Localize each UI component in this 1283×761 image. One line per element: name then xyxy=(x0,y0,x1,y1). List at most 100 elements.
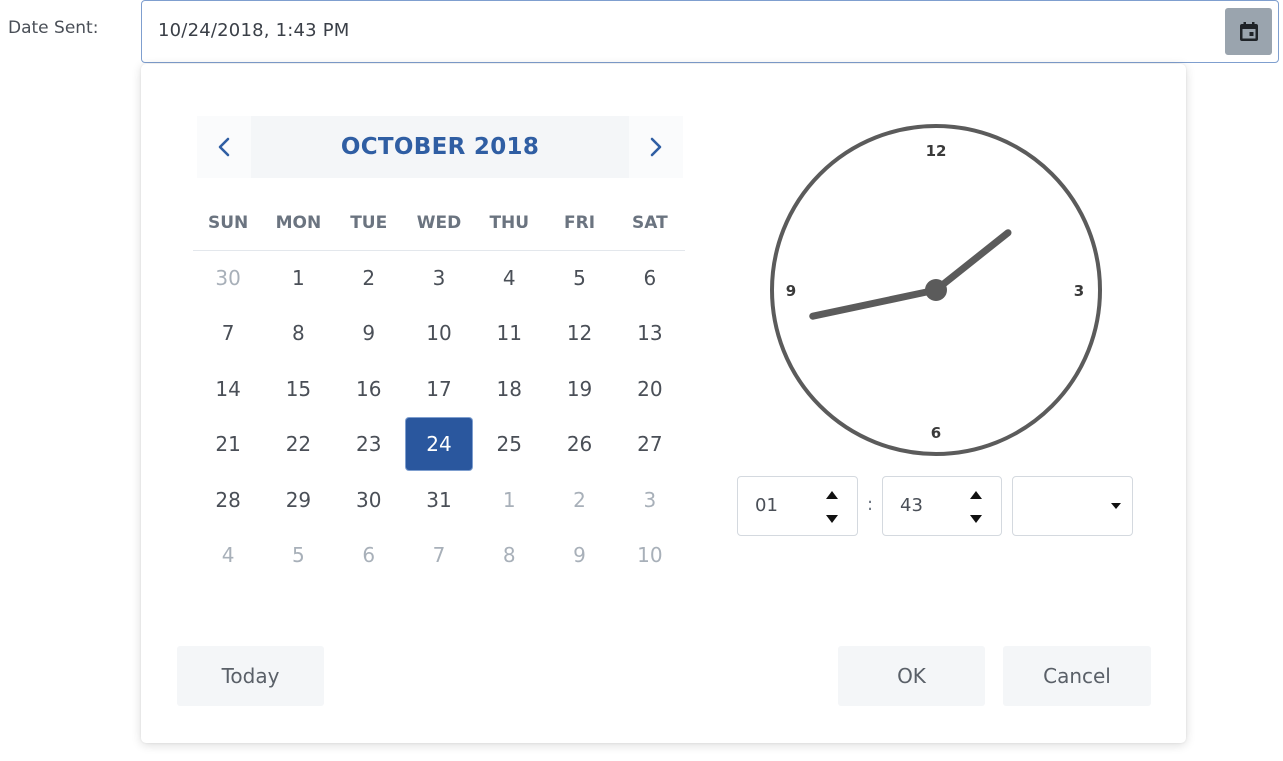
calendar-day-outside-month[interactable]: 10 xyxy=(615,528,685,584)
calendar-day[interactable]: 5 xyxy=(544,250,614,306)
cancel-button[interactable]: Cancel xyxy=(1003,646,1151,706)
calendar-day-number: 9 xyxy=(573,543,586,568)
calendar-day-number: 10 xyxy=(637,543,663,568)
previous-month-button[interactable] xyxy=(197,116,251,178)
date-sent-value[interactable]: 10/24/2018, 1:43 PM xyxy=(158,20,350,41)
calendar-day[interactable]: 29 xyxy=(263,472,333,528)
calendar-day[interactable]: 1 xyxy=(263,250,333,306)
hour-stepper[interactable]: 01 xyxy=(737,476,858,536)
calendar-day-number: 30 xyxy=(355,487,382,512)
calendar-day[interactable]: 10 xyxy=(404,306,474,362)
calendar-day-number: 22 xyxy=(285,432,312,457)
calendar-day[interactable]: 3 xyxy=(404,250,474,306)
calendar-day[interactable]: 22 xyxy=(263,417,333,473)
calendar-day[interactable]: 26 xyxy=(544,417,614,473)
calendar-day-number: 24 xyxy=(405,418,472,471)
calendar-day-outside-month[interactable]: 3 xyxy=(615,472,685,528)
calendar-day-number: 7 xyxy=(221,321,235,346)
next-month-button[interactable] xyxy=(629,116,683,178)
calendar-day-outside-month[interactable]: 7 xyxy=(404,528,474,584)
calendar-day-number: 15 xyxy=(285,376,312,401)
calendar-day[interactable]: 4 xyxy=(474,250,544,306)
weekday-label: FRI xyxy=(564,213,596,233)
calendar-day-number: 3 xyxy=(432,265,446,290)
calendar-day[interactable]: 20 xyxy=(615,361,685,417)
calendar-day[interactable]: 17 xyxy=(404,361,474,417)
calendar-day[interactable]: 6 xyxy=(615,250,685,306)
calendar-day-number: 9 xyxy=(362,321,376,346)
calendar-week-row: 4 5 6 7 8 9 10 xyxy=(193,528,685,584)
minute-stepper[interactable]: 43 xyxy=(882,476,1002,536)
calendar-day-number: 28 xyxy=(215,487,241,512)
calendar-day-number: 5 xyxy=(292,543,305,568)
calendar-day[interactable]: 13 xyxy=(615,306,685,362)
clock-label-12: 12 xyxy=(926,142,947,160)
calendar-day[interactable]: 15 xyxy=(263,361,333,417)
calendar-day-outside-month[interactable]: 5 xyxy=(263,528,333,584)
hour-decrement-icon[interactable] xyxy=(826,515,838,523)
calendar-day-number: 25 xyxy=(496,432,522,457)
weekday-label: THU xyxy=(489,213,530,233)
calendar-day[interactable]: 12 xyxy=(544,306,614,362)
calendar-day-selected[interactable]: 24 xyxy=(404,417,474,473)
caret-down-icon xyxy=(1111,503,1121,509)
minute-increment-icon[interactable] xyxy=(970,491,982,499)
ok-button[interactable]: OK xyxy=(838,646,985,706)
calendar-day[interactable]: 16 xyxy=(334,361,404,417)
calendar-day-outside-month[interactable]: 2 xyxy=(544,472,614,528)
calendar-day[interactable]: 25 xyxy=(474,417,544,473)
calendar-day[interactable]: 31 xyxy=(404,472,474,528)
calendar-day-number: 10 xyxy=(426,321,452,346)
calendar-day-number: 31 xyxy=(426,487,452,512)
calendar-week-row: 7 8 9 10 11 12 13 xyxy=(193,306,685,362)
ampm-select[interactable] xyxy=(1012,476,1133,536)
calendar-day[interactable]: 7 xyxy=(193,306,263,362)
hour-value[interactable]: 01 xyxy=(755,495,778,516)
calendar-day[interactable]: 11 xyxy=(474,306,544,362)
calendar-day-number: 26 xyxy=(566,432,593,457)
hour-increment-icon[interactable] xyxy=(826,491,838,499)
date-sent-input[interactable]: 10/24/2018, 1:43 PM xyxy=(141,0,1279,63)
calendar-day-number: 20 xyxy=(637,376,663,401)
calendar-day-number: 19 xyxy=(566,376,593,401)
calendar-day[interactable]: 27 xyxy=(615,417,685,473)
calendar-day-outside-month[interactable]: 30 xyxy=(193,250,263,306)
calendar-day[interactable]: 14 xyxy=(193,361,263,417)
clock-label-3: 3 xyxy=(1074,282,1084,300)
clock-minute-hand xyxy=(809,286,940,320)
calendar-day[interactable]: 18 xyxy=(474,361,544,417)
calendar-day-number: 4 xyxy=(221,543,235,568)
calendar-day[interactable]: 9 xyxy=(334,306,404,362)
calendar-day-outside-month[interactable]: 6 xyxy=(334,528,404,584)
calendar-day[interactable]: 8 xyxy=(263,306,333,362)
calendar-toggle-button[interactable] xyxy=(1225,8,1272,55)
calendar-day-number: 23 xyxy=(355,432,382,457)
calendar-day-outside-month[interactable]: 8 xyxy=(474,528,544,584)
minute-decrement-icon[interactable] xyxy=(970,515,982,523)
calendar-day-outside-month[interactable]: 4 xyxy=(193,528,263,584)
calendar-day[interactable]: 19 xyxy=(544,361,614,417)
calendar-day[interactable]: 2 xyxy=(334,250,404,306)
calendar-week-row: 28 29 30 31 1 2 3 xyxy=(193,472,685,528)
calendar-day[interactable]: 28 xyxy=(193,472,263,528)
calendar-day[interactable]: 23 xyxy=(334,417,404,473)
calendar-week-row: 14 15 16 17 18 19 20 xyxy=(193,361,685,417)
calendar-day-number: 30 xyxy=(215,265,241,290)
calendar-day-outside-month[interactable]: 1 xyxy=(474,472,544,528)
calendar-day-number: 29 xyxy=(285,487,312,512)
calendar-day[interactable]: 30 xyxy=(334,472,404,528)
chevron-left-icon xyxy=(218,137,230,157)
today-button[interactable]: Today xyxy=(177,646,324,706)
calendar-day-number: 17 xyxy=(426,376,452,401)
calendar-day-outside-month[interactable]: 9 xyxy=(544,528,614,584)
minute-value[interactable]: 43 xyxy=(900,495,923,516)
weekday-label: TUE xyxy=(350,213,388,233)
calendar-day-number: 6 xyxy=(643,265,657,290)
calendar-day[interactable]: 21 xyxy=(193,417,263,473)
month-title[interactable]: OCTOBER 2018 xyxy=(251,116,629,178)
calendar-day-number: 1 xyxy=(292,265,305,290)
calendar-day-number: 4 xyxy=(502,265,516,290)
time-separator: : xyxy=(867,494,874,515)
calendar-day-number: 5 xyxy=(573,265,586,290)
weekday-header: SUN MON TUE WED THU FRI SAT xyxy=(193,204,685,251)
